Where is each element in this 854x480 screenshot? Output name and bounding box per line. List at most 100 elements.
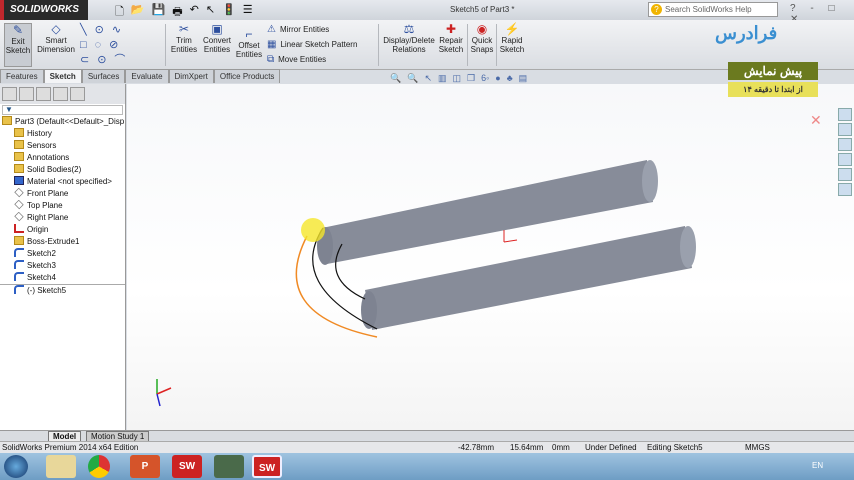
origin-icon bbox=[14, 224, 24, 233]
tree-item-right-plane[interactable]: Right Plane bbox=[0, 212, 125, 224]
convert-entities-button[interactable]: ▣ Convert Entities bbox=[200, 22, 234, 55]
plane-icon bbox=[14, 212, 24, 222]
tree-item-sensors[interactable]: Sensors bbox=[0, 140, 125, 152]
sketch-icon bbox=[14, 272, 24, 281]
quick-snaps-button[interactable]: ◉ Quick Snaps bbox=[469, 22, 495, 55]
rapid-sketch-button[interactable]: ⚡ Rapid Sketch bbox=[498, 23, 526, 55]
command-tabs: Features Sketch Surfaces Evaluate DimXpe… bbox=[0, 69, 281, 83]
tab-dimxpert[interactable]: DimXpert bbox=[168, 69, 214, 83]
explorer-icon[interactable] bbox=[46, 455, 76, 478]
dimxpert-tab-icon[interactable] bbox=[53, 87, 68, 101]
solidworks-active-icon[interactable]: SW bbox=[252, 455, 282, 478]
hide-show-icon[interactable]: 6◦ bbox=[481, 73, 489, 84]
trim-icon: ✂ bbox=[178, 22, 190, 36]
model-view bbox=[156, 160, 696, 407]
display-delete-relations-button[interactable]: ⚖ Display/Delete Relations bbox=[382, 23, 436, 55]
sensors-icon bbox=[14, 140, 24, 149]
tree-root-part[interactable]: Part3 (Default<<Default>_Disp bbox=[0, 116, 125, 128]
tree-item-sketch4[interactable]: Sketch4 bbox=[0, 272, 125, 284]
dimension-icon: ◇ bbox=[51, 22, 61, 36]
file-explorer-icon[interactable] bbox=[838, 138, 852, 151]
tree-item-history[interactable]: History bbox=[0, 128, 125, 140]
tab-evaluate[interactable]: Evaluate bbox=[125, 69, 169, 83]
tab-surfaces[interactable]: Surfaces bbox=[81, 69, 126, 83]
offset-icon: ⌐ bbox=[245, 27, 253, 41]
resources-icon[interactable] bbox=[838, 108, 852, 121]
snap-icon: ◉ bbox=[476, 22, 488, 36]
exit-sketch-icon: ✎ bbox=[12, 23, 24, 37]
solidworks-icon[interactable]: SW bbox=[172, 455, 202, 478]
tree-item-annotations[interactable]: Annotations bbox=[0, 152, 125, 164]
graphics-area[interactable] bbox=[127, 84, 854, 430]
zoom-fit-icon[interactable]: 🔍 bbox=[390, 73, 401, 84]
start-button[interactable] bbox=[4, 455, 28, 478]
tree-item-solid-bodies[interactable]: Solid Bodies(2) bbox=[0, 164, 125, 176]
taskbar: P SW SW EN bbox=[0, 453, 854, 480]
repair-sketch-button[interactable]: ✚ Repair Sketch bbox=[437, 22, 465, 55]
cancel-sketch-icon[interactable]: ✕ bbox=[810, 112, 822, 129]
sketch-icon bbox=[14, 248, 24, 257]
feature-tree-tab-icon[interactable] bbox=[2, 87, 17, 101]
linear-pattern-button[interactable]: ▦ Linear Sketch Pattern bbox=[267, 39, 357, 50]
sketch-tools-grid[interactable]: ╲⊙∿ □◌⊘ ⊂⊙⌒ bbox=[80, 23, 133, 68]
appearance-icon[interactable]: ● bbox=[495, 73, 500, 84]
tree-item-front-plane[interactable]: Front Plane bbox=[0, 188, 125, 200]
exit-sketch-button[interactable]: ✎ Exit Sketch bbox=[4, 23, 32, 67]
tree-item-sketch5[interactable]: (-) Sketch5 bbox=[0, 284, 125, 297]
section-view-icon[interactable]: ▥ bbox=[438, 73, 447, 84]
material-icon bbox=[14, 176, 24, 185]
chrome-icon[interactable] bbox=[88, 455, 110, 478]
history-icon bbox=[14, 128, 24, 137]
property-manager-tab-icon[interactable] bbox=[19, 87, 34, 101]
status-bar: SolidWorks Premium 2014 x64 Edition -42.… bbox=[0, 441, 854, 453]
repair-icon: ✚ bbox=[445, 22, 457, 36]
previous-view-icon[interactable]: ↖ bbox=[424, 73, 432, 84]
tree-item-sketch3[interactable]: Sketch3 bbox=[0, 260, 125, 272]
plane-icon bbox=[14, 188, 24, 198]
smart-dimension-button[interactable]: ◇ Smart Dimension bbox=[36, 22, 76, 55]
convert-icon: ▣ bbox=[211, 22, 223, 36]
language-indicator[interactable]: EN bbox=[812, 461, 823, 470]
app-icon[interactable] bbox=[214, 455, 244, 478]
annotations-icon bbox=[14, 152, 24, 161]
tree-item-boss-extrude1[interactable]: Boss-Extrude1 bbox=[0, 236, 125, 248]
tab-features[interactable]: Features bbox=[0, 69, 44, 83]
triad-icon bbox=[156, 379, 172, 407]
scene-icon[interactable]: ♣ bbox=[507, 73, 513, 84]
configuration-tab-icon[interactable] bbox=[36, 87, 51, 101]
offset-entities-button[interactable]: ⌐ Offset Entities bbox=[235, 27, 263, 60]
panel-tabs bbox=[0, 84, 125, 104]
promo-subtitle: از ابتدا تا دقیقه ۱۴ bbox=[728, 82, 818, 97]
promo-title: پیش نمایش bbox=[728, 62, 818, 80]
move-entities-button[interactable]: ⧉ Move Entities bbox=[267, 54, 326, 65]
tab-sketch[interactable]: Sketch bbox=[43, 69, 82, 83]
display-style-icon[interactable]: ❒ bbox=[467, 73, 475, 84]
tree-item-material[interactable]: Material <not specified> bbox=[0, 176, 125, 188]
view-settings-icon[interactable]: ▤ bbox=[519, 73, 528, 84]
move-icon: ⧉ bbox=[267, 54, 275, 65]
view-palette-icon[interactable] bbox=[838, 153, 852, 166]
display-manager-tab-icon[interactable] bbox=[70, 87, 85, 101]
filter-input[interactable]: ▼ bbox=[2, 105, 123, 115]
tab-office-products[interactable]: Office Products bbox=[213, 69, 281, 83]
tree-item-origin[interactable]: Origin bbox=[0, 224, 125, 236]
faradars-logo: فرادرس bbox=[715, 23, 778, 43]
zoom-area-icon[interactable]: 🔍 bbox=[407, 73, 418, 84]
design-library-icon[interactable] bbox=[838, 123, 852, 136]
trim-entities-button[interactable]: ✂ Trim Entities bbox=[168, 22, 200, 55]
sketch-icon bbox=[14, 285, 24, 294]
view-orientation-icon[interactable]: ◫ bbox=[453, 73, 462, 84]
solidworks-logo[interactable]: SOLIDWORKS bbox=[0, 0, 88, 20]
mirror-entities-button[interactable]: ⚠ Mirror Entities bbox=[267, 24, 329, 35]
powerpoint-icon[interactable]: P bbox=[130, 455, 160, 478]
tree-item-sketch2[interactable]: Sketch2 bbox=[0, 248, 125, 260]
document-title: Sketch5 of Part3 * bbox=[450, 5, 515, 14]
custom-properties-icon[interactable] bbox=[838, 183, 852, 196]
search-input[interactable]: Search SolidWorks Help bbox=[648, 2, 778, 17]
feature-manager-panel: ▼ Part3 (Default<<Default>_Disp History … bbox=[0, 84, 126, 430]
solid-bodies-icon bbox=[14, 164, 24, 173]
tree-item-top-plane[interactable]: Top Plane bbox=[0, 200, 125, 212]
appearances-icon[interactable] bbox=[838, 168, 852, 181]
plane-icon bbox=[14, 200, 24, 210]
cursor-highlight bbox=[301, 218, 325, 242]
